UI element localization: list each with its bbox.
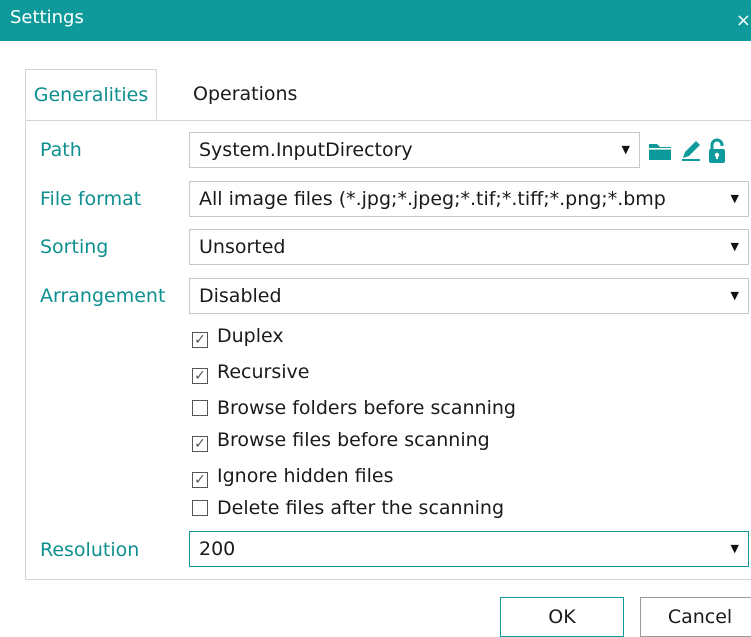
- duplex-checkbox[interactable]: ✓ Duplex: [192, 322, 284, 350]
- path-label: Path: [40, 139, 82, 161]
- pencil-icon[interactable]: [678, 137, 704, 163]
- checkbox-label: Browse folders before scanning: [217, 397, 516, 419]
- cancel-button[interactable]: Cancel: [640, 597, 751, 637]
- checkbox-label: Duplex: [217, 325, 284, 347]
- file-format-dropdown[interactable]: All image files (*.jpg;*.jpeg;*.tif;*.ti…: [189, 181, 749, 217]
- sorting-value: Unsorted: [199, 236, 286, 258]
- resolution-value: 200: [199, 538, 236, 560]
- chevron-down-icon: ▼: [730, 240, 739, 253]
- tab-operations[interactable]: Operations: [181, 69, 309, 120]
- checkbox-box[interactable]: ✓: [192, 472, 208, 488]
- sorting-dropdown[interactable]: Unsorted ▼: [189, 229, 749, 265]
- checkbox-label: Recursive: [217, 361, 310, 383]
- unlock-icon[interactable]: [706, 137, 728, 165]
- checkbox-label: Delete files after the scanning: [217, 497, 505, 519]
- arrangement-label: Arrangement: [40, 285, 166, 307]
- close-icon[interactable]: ×: [736, 10, 751, 31]
- path-dropdown[interactable]: System.InputDirectory ▼: [189, 132, 640, 168]
- title-bar: Settings ×: [0, 0, 751, 41]
- chevron-down-icon: ▼: [621, 143, 630, 156]
- arrangement-dropdown[interactable]: Disabled ▼: [189, 278, 749, 314]
- path-value: System.InputDirectory: [199, 139, 413, 161]
- chevron-down-icon: ▼: [730, 192, 739, 205]
- browse-files-checkbox[interactable]: ✓ Browse files before scanning: [192, 426, 490, 454]
- checkbox-box[interactable]: [192, 500, 208, 516]
- ok-button[interactable]: OK: [500, 597, 624, 637]
- checkbox-box[interactable]: ✓: [192, 332, 208, 348]
- checkbox-label: Browse files before scanning: [217, 429, 490, 451]
- recursive-checkbox[interactable]: ✓ Recursive: [192, 358, 309, 386]
- browse-folders-checkbox[interactable]: Browse folders before scanning: [192, 394, 516, 422]
- resolution-label: Resolution: [40, 539, 140, 561]
- ignore-hidden-checkbox[interactable]: ✓ Ignore hidden files: [192, 462, 394, 490]
- checkbox-label: Ignore hidden files: [217, 465, 394, 487]
- file-format-value: All image files (*.jpg;*.jpeg;*.tif;*.ti…: [199, 188, 666, 210]
- sorting-label: Sorting: [40, 236, 109, 258]
- folder-icon[interactable]: [647, 137, 673, 163]
- chevron-down-icon: ▼: [730, 542, 739, 555]
- arrangement-value: Disabled: [199, 285, 282, 307]
- file-format-label: File format: [40, 188, 142, 210]
- checkbox-box[interactable]: ✓: [192, 436, 208, 452]
- checkbox-box[interactable]: [192, 400, 208, 416]
- resolution-dropdown[interactable]: 200 ▼: [189, 531, 749, 567]
- delete-files-checkbox[interactable]: Delete files after the scanning: [192, 494, 504, 522]
- chevron-down-icon: ▼: [730, 289, 739, 302]
- tab-generalities[interactable]: Generalities: [25, 69, 157, 120]
- window-title: Settings: [10, 7, 84, 28]
- checkbox-box[interactable]: ✓: [192, 368, 208, 384]
